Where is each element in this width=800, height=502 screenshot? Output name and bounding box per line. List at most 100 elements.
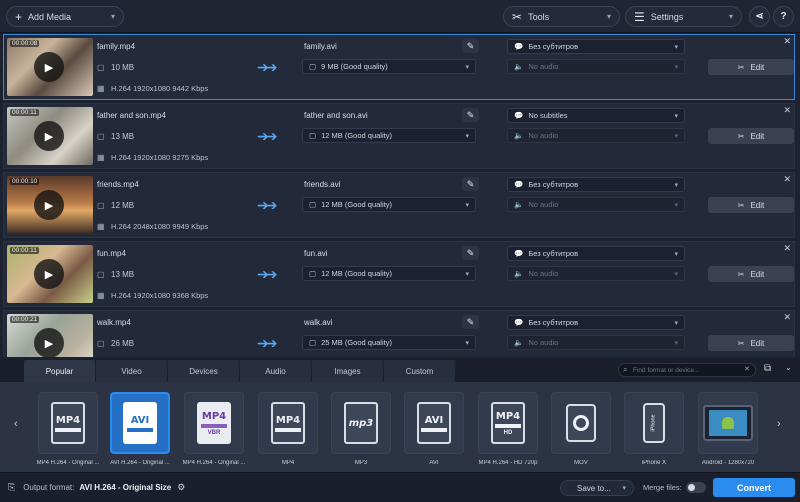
edit-button[interactable]: ✂ Edit bbox=[708, 128, 794, 144]
format-mp4-hd720[interactable]: MP4 HD MP4 H.264 - HD 720p bbox=[474, 392, 542, 466]
output-format-value: AVI H.264 - Original Size bbox=[79, 483, 172, 492]
file-size: ▢ 10 MB bbox=[97, 63, 134, 72]
format-label: AVI H.264 - Original ... bbox=[110, 460, 170, 466]
file-row-walk[interactable]: 00:00:21 ▶ walk.mp4 ▢ 26 MB ➔➔ walk.avi ✎… bbox=[3, 310, 795, 357]
edit-button[interactable]: ✂ Edit bbox=[708, 59, 794, 75]
file-row-family[interactable]: 00:00:08 ▶ family.mp4 ▢ 10 MB ▦ H.264 1920… bbox=[3, 34, 795, 100]
tools-button[interactable]: ✂ Tools ▾ bbox=[503, 6, 620, 27]
subtitles-dropdown[interactable]: 💬 Без субтитров ▾ bbox=[507, 39, 685, 54]
search-icon: ⌕ bbox=[623, 365, 628, 374]
format-options-icon[interactable]: ⧉ bbox=[764, 363, 771, 374]
audio-dropdown[interactable]: 🔈 No audio ▾ bbox=[507, 197, 685, 212]
rename-button[interactable]: ✎ bbox=[462, 108, 479, 122]
format-mp3[interactable]: mp3 MP3 bbox=[327, 392, 395, 466]
subtitles-dropdown[interactable]: 💬 Без субтитров ▾ bbox=[507, 246, 685, 261]
share-button[interactable]: ⋖ bbox=[749, 6, 770, 27]
settings-button[interactable]: ☰ Settings ▾ bbox=[625, 6, 742, 27]
output-size-dropdown[interactable]: ▢ 25 MB (Good quality) ▾ bbox=[302, 335, 476, 350]
format-sub-badge: VBR bbox=[207, 429, 221, 436]
phone-badge: iPhone bbox=[650, 414, 657, 432]
share-icon: ⋖ bbox=[755, 11, 764, 22]
edit-button[interactable]: ✂ Edit bbox=[708, 335, 794, 351]
tab-audio[interactable]: Audio bbox=[240, 360, 311, 382]
file-icon: ▢ bbox=[309, 62, 317, 71]
output-size-dropdown[interactable]: ▢ 12 MB (Good quality) ▾ bbox=[302, 266, 476, 281]
audio-dropdown[interactable]: 🔈 No audio ▾ bbox=[507, 266, 685, 281]
audio-dropdown[interactable]: 🔈 No audio ▾ bbox=[507, 128, 685, 143]
file-name: fun.mp4 bbox=[97, 249, 126, 258]
file-name: walk.mp4 bbox=[97, 318, 131, 327]
gear-icon[interactable]: ⚙ bbox=[177, 482, 185, 493]
format-mov[interactable]: MOV bbox=[547, 392, 615, 466]
format-mp4-vbr[interactable]: MP4 VBR MP4 H.264 - Original ... bbox=[180, 392, 248, 466]
close-icon[interactable]: ✕ bbox=[783, 36, 791, 47]
audio-dropdown[interactable]: 🔈 No audio ▾ bbox=[507, 59, 685, 74]
subtitles-dropdown[interactable]: 💬 No subtitles ▾ bbox=[507, 108, 685, 123]
merge-files-toggle[interactable] bbox=[686, 482, 706, 493]
tab-video[interactable]: Video bbox=[96, 360, 167, 382]
file-icon: ▢ bbox=[97, 63, 105, 72]
duration: 00:00:10 bbox=[10, 178, 40, 185]
add-media-button[interactable]: + Add Media ▾ bbox=[6, 6, 124, 27]
file-row-father-and-son[interactable]: 00:00:11 ▶ father and son.mp4 ▢ 13 MB ▦ H.… bbox=[3, 103, 795, 169]
subtitles-icon: 💬 bbox=[514, 111, 524, 120]
collapse-panel-icon[interactable]: ⌄ bbox=[785, 363, 792, 372]
tab-popular[interactable]: Popular bbox=[24, 360, 95, 382]
subtitles-dropdown[interactable]: 💬 Без субтитров ▾ bbox=[507, 177, 685, 192]
format-iphone-x[interactable]: iPhone iPhone X bbox=[620, 392, 688, 466]
convert-button[interactable]: Convert bbox=[713, 478, 795, 497]
play-icon[interactable]: ▶ bbox=[34, 52, 64, 82]
play-icon[interactable]: ▶ bbox=[34, 190, 64, 220]
format-avi[interactable]: AVI AVI bbox=[400, 392, 468, 466]
file-row-friends[interactable]: 00:00:10 ▶ friends.mp4 ▢ 12 MB ▦ H.264 204… bbox=[3, 172, 795, 238]
rename-button[interactable]: ✎ bbox=[462, 177, 479, 191]
output-size-dropdown[interactable]: ▢ 9 MB (Good quality) ▾ bbox=[302, 59, 476, 74]
format-avi-original[interactable]: AVI AVI H.264 - Original ... bbox=[106, 392, 174, 466]
tab-devices[interactable]: Devices bbox=[168, 360, 239, 382]
quicktime-icon bbox=[566, 404, 596, 442]
video-thumbnail[interactable]: 00:00:11 ▶ bbox=[7, 107, 93, 165]
rename-button[interactable]: ✎ bbox=[462, 246, 479, 260]
output-size-dropdown[interactable]: ▢ 12 MB (Good quality) ▾ bbox=[302, 197, 476, 212]
carousel-prev-icon[interactable]: ‹ bbox=[14, 418, 18, 430]
video-thumbnail[interactable]: 00:00:10 ▶ bbox=[7, 176, 93, 234]
file-size-value: 26 MB bbox=[111, 339, 135, 348]
output-size-dropdown[interactable]: ▢ 12 MB (Good quality) ▾ bbox=[302, 128, 476, 143]
file-size: ▢ 12 MB bbox=[97, 201, 134, 210]
edit-button[interactable]: ✂ Edit bbox=[708, 197, 794, 213]
help-button[interactable]: ? bbox=[773, 6, 794, 27]
video-thumbnail[interactable]: 00:00:11 ▶ bbox=[7, 245, 93, 303]
clear-icon[interactable]: ✕ bbox=[744, 365, 750, 373]
mute-icon: 🔈 bbox=[514, 338, 524, 347]
close-icon[interactable]: ✕ bbox=[783, 312, 791, 323]
play-icon[interactable]: ▶ bbox=[34, 328, 64, 357]
video-thumbnail[interactable]: 00:00:21 ▶ bbox=[7, 314, 93, 357]
output-size-value: 12 MB (Good quality) bbox=[321, 131, 392, 140]
output-format[interactable]: ⎘ Output format: AVI H.264 - Original Si… bbox=[8, 482, 185, 493]
play-icon[interactable]: ▶ bbox=[34, 259, 64, 289]
format-mp4[interactable]: MP4 MP4 bbox=[254, 392, 322, 466]
carousel-next-icon[interactable]: › bbox=[777, 418, 781, 430]
format-mp4-original[interactable]: MP4 MP4 H.264 - Original ... bbox=[34, 392, 102, 466]
audio-value: No audio bbox=[528, 338, 559, 347]
format-search-input[interactable]: ⌕ Find format or device... ✕ bbox=[618, 363, 756, 377]
edit-button[interactable]: ✂ Edit bbox=[708, 266, 794, 282]
play-icon[interactable]: ▶ bbox=[34, 121, 64, 151]
codec-value: H.264 1920x1080 9368 Kbps bbox=[111, 291, 209, 300]
format-android-720[interactable]: Android - 1280x720 bbox=[694, 392, 762, 466]
chevron-down-icon: ▾ bbox=[606, 12, 611, 21]
tab-custom[interactable]: Custom bbox=[384, 360, 455, 382]
video-thumbnail[interactable]: 00:00:08 ▶ bbox=[7, 38, 93, 96]
rename-button[interactable]: ✎ bbox=[462, 39, 479, 53]
audio-dropdown[interactable]: 🔈 No audio ▾ bbox=[507, 335, 685, 350]
file-row-fun[interactable]: 00:00:11 ▶ fun.mp4 ▢ 13 MB ▦ H.264 1920x10… bbox=[3, 241, 795, 307]
close-icon[interactable]: ✕ bbox=[783, 243, 791, 254]
rename-button[interactable]: ✎ bbox=[462, 315, 479, 329]
subtitles-dropdown[interactable]: 💬 Без субтитров ▾ bbox=[507, 315, 685, 330]
close-icon[interactable]: ✕ bbox=[783, 174, 791, 185]
tab-images[interactable]: Images bbox=[312, 360, 383, 382]
format-label: MP4 H.264 - Original ... bbox=[36, 460, 100, 466]
codec-value: H.264 1920x1080 9275 Kbps bbox=[111, 153, 209, 162]
save-to-dropdown[interactable]: Save to... ▾ bbox=[560, 480, 634, 496]
close-icon[interactable]: ✕ bbox=[783, 105, 791, 116]
